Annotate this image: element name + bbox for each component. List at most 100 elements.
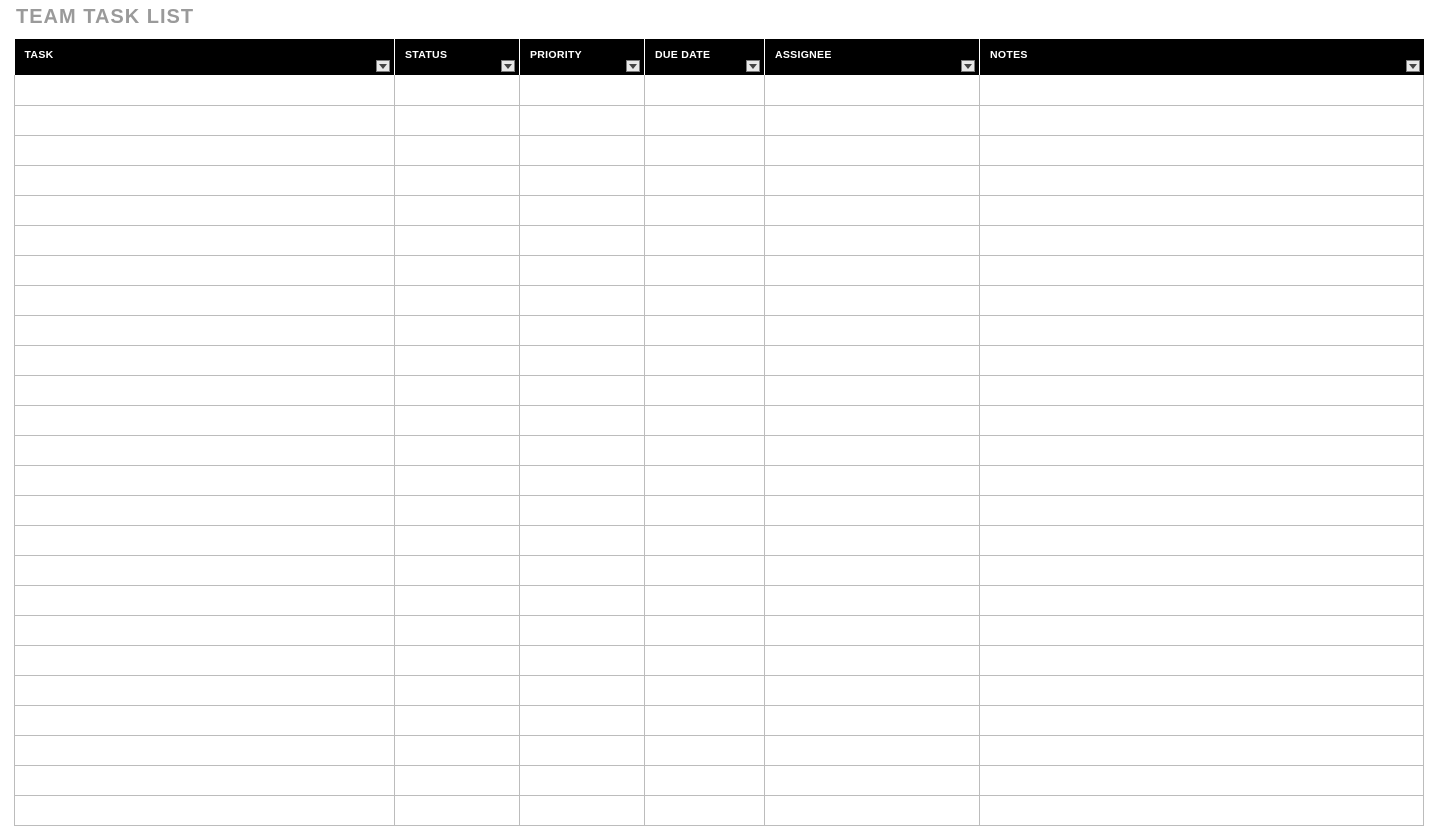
col-header-status[interactable]: STATUS (395, 39, 520, 75)
cell-duedate[interactable] (645, 705, 765, 735)
cell-notes[interactable] (980, 645, 1424, 675)
col-header-notes[interactable]: NOTES (980, 39, 1424, 75)
cell-priority[interactable] (520, 165, 645, 195)
cell-status[interactable] (395, 225, 520, 255)
cell-assignee[interactable] (765, 225, 980, 255)
cell-status[interactable] (395, 315, 520, 345)
filter-dropdown-icon[interactable] (961, 60, 975, 72)
cell-status[interactable] (395, 645, 520, 675)
filter-dropdown-icon[interactable] (501, 60, 515, 72)
cell-priority[interactable] (520, 345, 645, 375)
cell-duedate[interactable] (645, 435, 765, 465)
cell-priority[interactable] (520, 255, 645, 285)
cell-priority[interactable] (520, 555, 645, 585)
cell-status[interactable] (395, 135, 520, 165)
cell-priority[interactable] (520, 525, 645, 555)
cell-task[interactable] (15, 675, 395, 705)
cell-task[interactable] (15, 495, 395, 525)
cell-notes[interactable] (980, 135, 1424, 165)
cell-notes[interactable] (980, 225, 1424, 255)
cell-assignee[interactable] (765, 75, 980, 105)
cell-notes[interactable] (980, 465, 1424, 495)
cell-task[interactable] (15, 195, 395, 225)
cell-status[interactable] (395, 345, 520, 375)
cell-priority[interactable] (520, 675, 645, 705)
cell-notes[interactable] (980, 525, 1424, 555)
cell-task[interactable] (15, 645, 395, 675)
cell-task[interactable] (15, 315, 395, 345)
cell-status[interactable] (395, 105, 520, 135)
cell-assignee[interactable] (765, 615, 980, 645)
cell-task[interactable] (15, 225, 395, 255)
cell-notes[interactable] (980, 435, 1424, 465)
cell-assignee[interactable] (765, 675, 980, 705)
cell-status[interactable] (395, 75, 520, 105)
cell-status[interactable] (395, 195, 520, 225)
cell-priority[interactable] (520, 435, 645, 465)
cell-duedate[interactable] (645, 675, 765, 705)
cell-assignee[interactable] (765, 345, 980, 375)
cell-assignee[interactable] (765, 465, 980, 495)
cell-status[interactable] (395, 555, 520, 585)
cell-notes[interactable] (980, 615, 1424, 645)
cell-assignee[interactable] (765, 555, 980, 585)
cell-notes[interactable] (980, 765, 1424, 795)
cell-notes[interactable] (980, 735, 1424, 765)
cell-task[interactable] (15, 615, 395, 645)
cell-status[interactable] (395, 705, 520, 735)
cell-notes[interactable] (980, 705, 1424, 735)
cell-status[interactable] (395, 405, 520, 435)
cell-status[interactable] (395, 765, 520, 795)
cell-task[interactable] (15, 75, 395, 105)
cell-task[interactable] (15, 765, 395, 795)
cell-priority[interactable] (520, 705, 645, 735)
cell-task[interactable] (15, 405, 395, 435)
cell-duedate[interactable] (645, 765, 765, 795)
col-header-duedate[interactable]: DUE DATE (645, 39, 765, 75)
filter-dropdown-icon[interactable] (376, 60, 390, 72)
cell-duedate[interactable] (645, 615, 765, 645)
cell-assignee[interactable] (765, 645, 980, 675)
cell-task[interactable] (15, 555, 395, 585)
cell-priority[interactable] (520, 645, 645, 675)
cell-duedate[interactable] (645, 645, 765, 675)
cell-priority[interactable] (520, 585, 645, 615)
cell-assignee[interactable] (765, 525, 980, 555)
cell-notes[interactable] (980, 195, 1424, 225)
cell-duedate[interactable] (645, 405, 765, 435)
cell-priority[interactable] (520, 75, 645, 105)
cell-assignee[interactable] (765, 765, 980, 795)
cell-duedate[interactable] (645, 555, 765, 585)
cell-notes[interactable] (980, 75, 1424, 105)
cell-assignee[interactable] (765, 195, 980, 225)
cell-task[interactable] (15, 705, 395, 735)
cell-duedate[interactable] (645, 285, 765, 315)
cell-task[interactable] (15, 285, 395, 315)
cell-status[interactable] (395, 795, 520, 825)
cell-status[interactable] (395, 495, 520, 525)
cell-status[interactable] (395, 165, 520, 195)
cell-duedate[interactable] (645, 255, 765, 285)
cell-notes[interactable] (980, 285, 1424, 315)
cell-status[interactable] (395, 585, 520, 615)
cell-priority[interactable] (520, 285, 645, 315)
cell-duedate[interactable] (645, 345, 765, 375)
cell-assignee[interactable] (765, 165, 980, 195)
cell-priority[interactable] (520, 405, 645, 435)
cell-assignee[interactable] (765, 705, 980, 735)
cell-duedate[interactable] (645, 135, 765, 165)
cell-status[interactable] (395, 435, 520, 465)
filter-dropdown-icon[interactable] (626, 60, 640, 72)
cell-assignee[interactable] (765, 585, 980, 615)
cell-duedate[interactable] (645, 225, 765, 255)
cell-priority[interactable] (520, 615, 645, 645)
cell-task[interactable] (15, 435, 395, 465)
cell-assignee[interactable] (765, 795, 980, 825)
cell-notes[interactable] (980, 255, 1424, 285)
cell-priority[interactable] (520, 495, 645, 525)
cell-status[interactable] (395, 525, 520, 555)
cell-assignee[interactable] (765, 285, 980, 315)
cell-assignee[interactable] (765, 405, 980, 435)
cell-priority[interactable] (520, 135, 645, 165)
cell-notes[interactable] (980, 795, 1424, 825)
